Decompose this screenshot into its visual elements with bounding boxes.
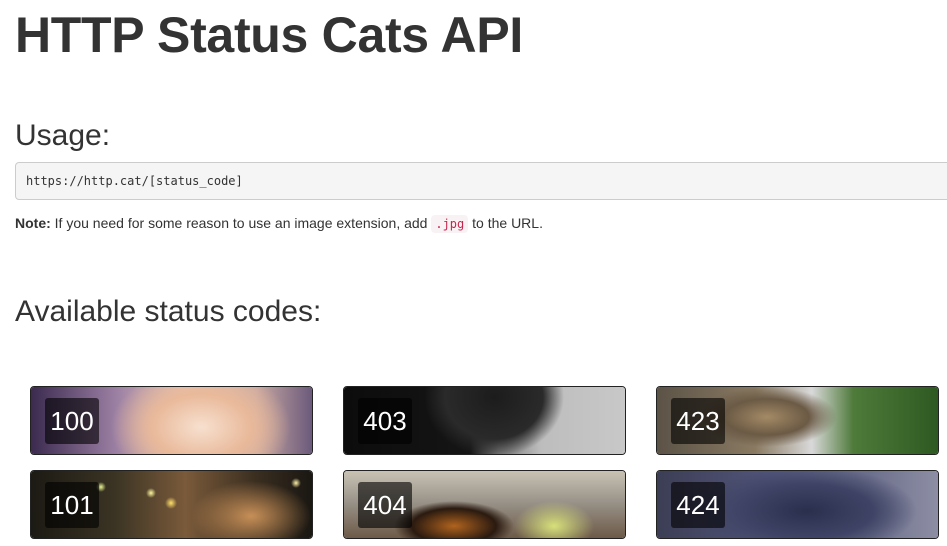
status-tile-424[interactable]: 424	[656, 470, 939, 539]
status-code-label: 101	[45, 482, 99, 528]
note-extension-code: .jpg	[431, 215, 469, 233]
status-code-label: 100	[45, 398, 99, 444]
note-label: Note:	[15, 215, 51, 231]
note-text-before: If you need for some reason to use an im…	[50, 215, 432, 231]
status-tile-101[interactable]: 101	[30, 470, 313, 539]
status-tile-403[interactable]: 403	[343, 386, 626, 455]
status-tile-404[interactable]: 404	[343, 470, 626, 539]
status-code-label: 423	[671, 398, 725, 444]
status-code-label: 404	[358, 482, 412, 528]
status-tile-100[interactable]: 100	[30, 386, 313, 455]
page-title: HTTP Status Cats API	[15, 7, 523, 63]
note-text-after: to the URL.	[468, 215, 543, 231]
status-tile-423[interactable]: 423	[656, 386, 939, 455]
available-codes-heading: Available status codes:	[15, 295, 322, 328]
note-paragraph: Note: If you need for some reason to use…	[15, 213, 543, 234]
status-code-label: 424	[671, 482, 725, 528]
status-code-label: 403	[358, 398, 412, 444]
usage-url-text: https://http.cat/[status_code]	[26, 174, 243, 188]
usage-heading: Usage:	[15, 119, 111, 152]
usage-url-code-block: https://http.cat/[status_code]	[15, 162, 947, 200]
